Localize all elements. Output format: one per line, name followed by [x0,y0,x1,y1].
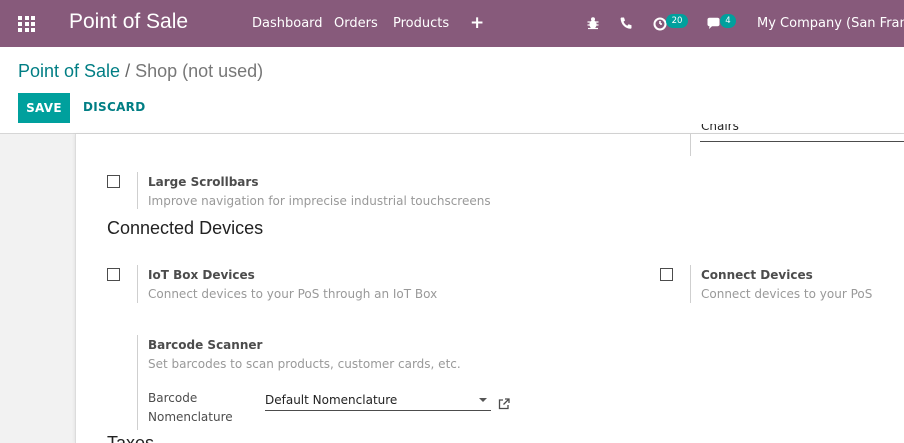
iot-box-checkbox[interactable] [107,268,120,281]
connected-devices-heading: Connected Devices [107,218,264,238]
debug-bug-icon[interactable] [584,14,602,32]
breadcrumb-separator: / [125,61,131,81]
discard-button[interactable]: DISCARD [83,100,145,114]
phone-icon[interactable] [617,14,635,32]
breadcrumb: Point of Sale / Shop (not used) [18,61,263,82]
barcode-nomenclature-value: Default Nomenclature [265,393,398,407]
barcode-nomenclature-label-line2: Nomenclature [148,410,233,424]
apps-menu-icon[interactable] [18,16,35,32]
setting-divider [137,335,138,430]
large-scrollbars-desc: Improve navigation for imprecise industr… [148,194,491,208]
setting-divider [137,172,138,209]
large-scrollbars-title: Large Scrollbars [148,175,259,189]
top-navbar: Point of Sale Dashboard Orders Products … [0,0,904,47]
taxes-heading: Taxes [107,433,155,443]
barcode-nomenclature-label: Barcode Nomenclature [148,389,233,427]
external-link-icon[interactable] [497,397,511,411]
barcode-scanner-title: Barcode Scanner [148,338,263,352]
partial-field-underline[interactable] [700,141,904,142]
iot-box-desc: Connect devices to your PoS through an I… [148,287,438,301]
large-scrollbars-checkbox[interactable] [107,175,120,188]
menu-dashboard[interactable]: Dashboard [252,16,323,31]
save-button[interactable]: SAVE [18,93,70,123]
connect-devices-desc: Connect devices to your PoS [701,287,873,301]
iot-box-title: IoT Box Devices [148,268,255,282]
barcode-scanner-desc: Set barcodes to scan products, customer … [148,357,461,371]
breadcrumb-current: Shop (not used) [135,61,264,81]
setting-divider [690,265,691,303]
barcode-nomenclature-select[interactable]: Default Nomenclature [265,392,491,411]
connect-devices-checkbox[interactable] [660,268,673,281]
activity-count-badge: 20 [666,14,688,28]
partial-field-value: Chairs [701,124,739,133]
menu-products[interactable]: Products [393,16,449,31]
company-switcher[interactable]: My Company (San Francis [757,16,904,31]
app-brand[interactable]: Point of Sale [69,10,188,34]
breadcrumb-parent-link[interactable]: Point of Sale [18,61,120,81]
add-menu-icon[interactable]: + [470,13,484,33]
barcode-nomenclature-label-line1: Barcode [148,391,198,405]
chevron-down-icon[interactable] [479,398,487,402]
setting-divider [137,265,138,303]
menu-orders[interactable]: Orders [334,16,378,31]
setting-divider [690,134,691,156]
messages-count-badge: 4 [720,14,736,28]
connect-devices-title: Connect Devices [701,268,813,282]
